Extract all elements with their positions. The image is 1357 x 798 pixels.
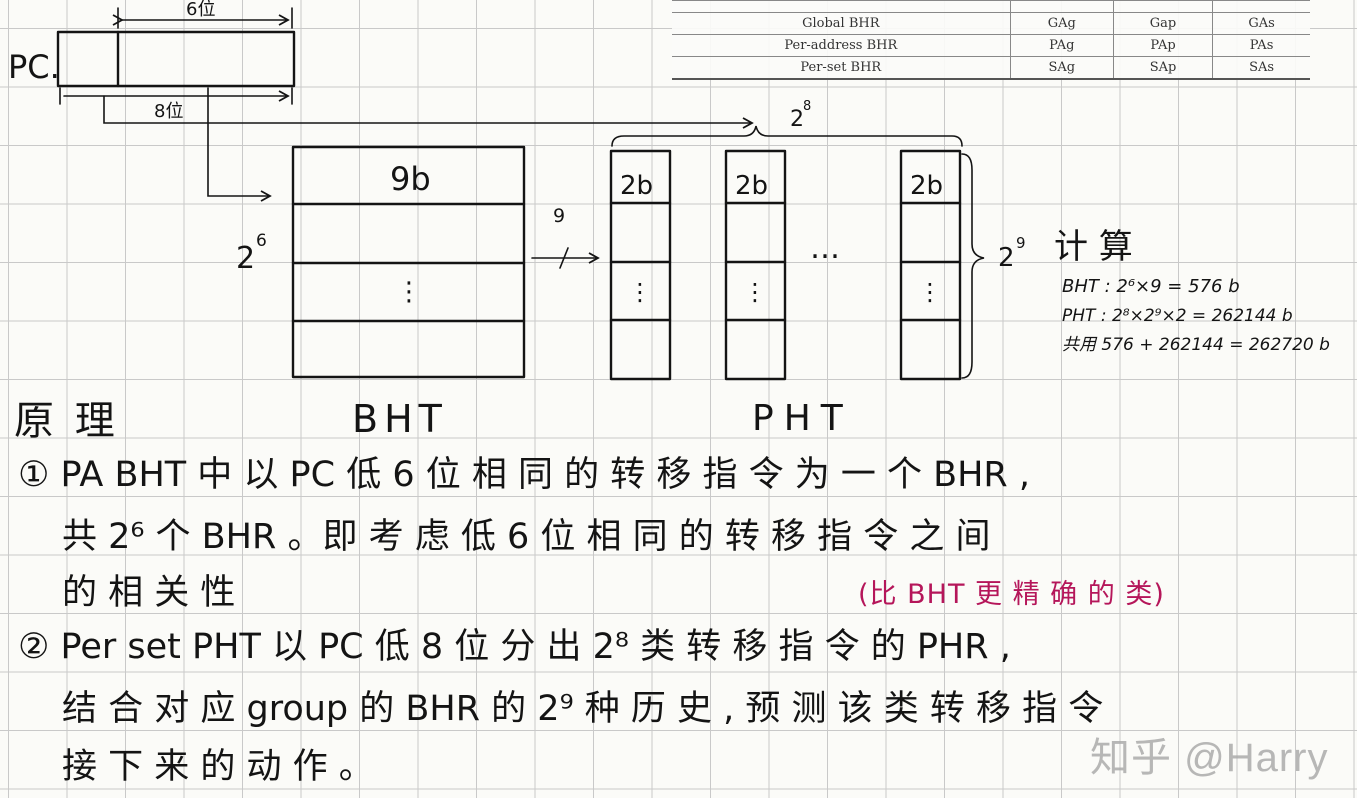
pht-row-count-exp: 9 [1016,234,1026,252]
bht-label: BHT [352,397,448,441]
pas-predictor-diagram: PC. 6位 8位 2 6 9b ⋮ BHT 9 2 8 2b ⋮ 2b ⋮ …… [8,0,1330,441]
note-line: ① PA BHT 中 以 PC 低 6 位 相 同 的 转 移 指 令 为 一 … [18,455,1030,495]
note-line: 共 2⁶ 个 BHR 。即 考 虑 低 6 位 相 同 的 转 移 指 令 之 … [62,517,991,557]
note-line: 的 相 关 性 [62,573,236,613]
note-line: 接 下 来 的 动 作 。 [62,747,374,787]
bus-width-label: 9 [553,205,565,227]
vdots: ⋮ [396,277,422,307]
note-line: ② Per set PHT 以 PC 低 8 位 分 出 2⁸ 类 转 移 指 … [18,627,1011,667]
bht-row-count: 2 [236,241,255,276]
bht-index-arrow [207,87,272,202]
pht-label: PHT [752,398,853,439]
bht-width-label: 9b [390,160,431,198]
pht-entry-label: 2b [910,171,943,201]
pht-rows-brace [961,153,985,379]
calc-line: BHT : 2⁶×9 = 576 b [1062,276,1240,297]
pht-row-count: 2 [998,243,1015,273]
calc-line: 共用 576 + 262144 = 262720 b [1062,335,1330,355]
note-line: 结 合 对 应 group 的 BHR 的 2⁹ 种 历 史 , 预 测 该 类… [62,689,1104,729]
pht-ellipsis: … [810,231,840,266]
pht-count-exp: 8 [803,99,811,114]
pht-table: 2b ⋮ [899,149,962,381]
pht-table: 2b ⋮ [609,149,672,381]
calc-title: 计 算 [1054,227,1133,267]
calc-line: PHT : 2⁸×2⁹×2 = 262144 b [1062,306,1293,326]
pc-label: PC. [8,48,60,86]
pht-count-brace [611,125,963,147]
watermark: 知乎 @Harry [1090,736,1329,780]
pht-select-arrow [103,95,754,129]
vdots: ⋮ [628,278,652,306]
pc-bottom-width-label: 8位 [154,101,183,122]
notes-heading: 原 理 [14,398,119,444]
annotation: (比 BHT 更 精 确 的 类) [858,579,1165,610]
pht-entry-label: 2b [735,171,768,201]
vdots: ⋮ [743,278,767,306]
pht-entry-label: 2b [620,171,653,201]
bht-row-count-exp: 6 [256,231,267,251]
pc-top-width-label: 6位 [186,0,215,20]
pc-register [56,30,296,88]
vdots: ⋮ [918,278,942,306]
pht-count-label: 2 [790,107,804,132]
pht-table: 2b ⋮ [724,149,787,381]
